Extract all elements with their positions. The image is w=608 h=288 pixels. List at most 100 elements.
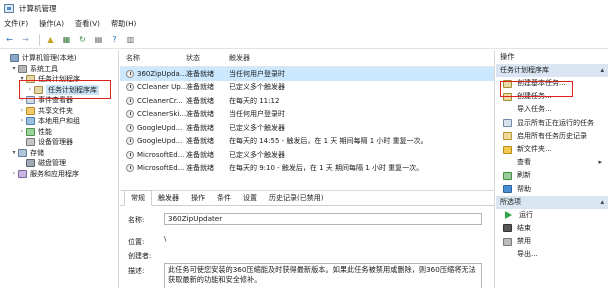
location-value: \ [164, 235, 167, 243]
computer-management-icon [4, 4, 14, 13]
help-icon[interactable]: ? [108, 33, 121, 46]
task-detail-pane: 常规 触发器 操作 条件 设置 历史记录(已禁用) 名称: 360ZipUpda… [120, 190, 495, 288]
tab-conditions[interactable]: 条件 [211, 191, 237, 205]
collapse-arrow-icon[interactable]: ▴ [600, 64, 604, 77]
action-item[interactable]: 禁用 [496, 235, 608, 248]
action-item[interactable]: 显示所有正在运行的任务 [496, 117, 608, 130]
expand-arrow-icon[interactable]: › [18, 106, 26, 117]
task-name-cell: MicrosoftEd... [120, 164, 186, 173]
disk-icon [26, 159, 35, 168]
actions-list-selected: 运行 结束 禁用 导出... [496, 209, 608, 262]
action-item[interactable]: 新文件夹... [496, 143, 608, 156]
tab-history[interactable]: 历史记录(已禁用) [263, 191, 329, 205]
name-field[interactable]: 360ZipUpdater [164, 213, 482, 225]
forward-icon[interactable]: → [19, 33, 32, 46]
action-item[interactable]: 导出... [496, 248, 608, 261]
tree-item-label: 系统工具 [30, 64, 58, 73]
tree-item[interactable]: 设备管理器 [0, 137, 118, 148]
disable-action-icon [503, 237, 512, 246]
task-status: 准备就绪 [186, 69, 214, 78]
action-item[interactable]: 查看 ▸ [496, 156, 608, 169]
back-icon[interactable]: ← [3, 33, 16, 46]
task-row[interactable]: MicrosoftEd... 准备就绪 在每天的 9:10 - 触发后，在 1 天 … [120, 162, 494, 176]
collapse-arrow-icon[interactable]: ▴ [600, 196, 604, 209]
task-row[interactable]: GoogleUpd... 准备就绪 已定义多个触发器 [120, 121, 494, 135]
actions-section-library[interactable]: 任务计划程序库 ▴ [496, 64, 608, 77]
task-status: 准备就绪 [186, 123, 214, 132]
column-header-name[interactable]: 名称 [120, 53, 186, 63]
perf-icon [26, 127, 35, 136]
hist-action-icon [503, 132, 512, 141]
none-action-icon [503, 251, 512, 259]
menu-action[interactable]: 操作(A) [39, 19, 64, 29]
svc-icon [18, 169, 27, 178]
tab-triggers[interactable]: 触发器 [152, 191, 185, 205]
name-label: 名称: [128, 216, 145, 224]
action-item[interactable]: 启用所有任务历史记录 [496, 130, 608, 143]
task-trigger: 已定义多个触发器 [229, 150, 285, 159]
column-header-status[interactable]: 状态 [186, 53, 229, 63]
tree-item[interactable]: › 性能 [0, 127, 118, 138]
action-item[interactable]: 运行 [496, 209, 608, 222]
highlight-box-actions [500, 81, 573, 97]
title-bar: 计算机管理 [0, 0, 608, 17]
action-label: 导入任务... [517, 105, 552, 114]
expand-arrow-icon[interactable]: ▾ [10, 148, 18, 159]
expand-arrow-icon[interactable]: › [18, 116, 26, 127]
refresh-icon[interactable]: ↻ [76, 33, 89, 46]
tree-item[interactable]: › 共享文件夹 [0, 106, 118, 117]
tree-item-label: 共享文件夹 [38, 106, 73, 115]
expand-arrow-icon[interactable]: › [18, 127, 26, 138]
action-label: 显示所有正在运行的任务 [517, 118, 594, 127]
task-row[interactable]: GoogleUpd... 准备就绪 在每天的 14:55 - 触发后，在 1 天 期… [120, 135, 494, 149]
tree-item[interactable]: › 本地用户和组 [0, 116, 118, 127]
tab-settings[interactable]: 设置 [237, 191, 263, 205]
action-item[interactable]: 刷新 [496, 169, 608, 182]
action-label: 刷新 [517, 171, 531, 180]
tab-general[interactable]: 常规 [124, 190, 152, 206]
expand-arrow-icon[interactable]: ▾ [10, 64, 18, 75]
expand-arrow-icon[interactable]: › [10, 169, 18, 180]
task-name-cell: CCleanerCr... [120, 96, 186, 105]
tree-item-label: 设备管理器 [38, 138, 73, 146]
task-row[interactable]: CCleanerSki... 准备就绪 当任何用户登录时 [120, 108, 494, 122]
tab-actions[interactable]: 操作 [185, 191, 211, 205]
share-icon [26, 106, 35, 115]
tree-item[interactable]: ▾ 存储 [0, 148, 118, 159]
description-field[interactable]: 此任务可使您安装的360压缩能及时获得最新版本。如果此任务被禁用或删除，则360… [164, 263, 482, 288]
tree-item[interactable]: ▾ 系统工具 [0, 64, 118, 75]
task-status: 准备就绪 [186, 110, 214, 119]
action-item[interactable]: 结束 [496, 222, 608, 235]
clock-icon [126, 83, 134, 92]
tree-item-label: 性能 [38, 127, 52, 136]
task-status: 准备就绪 [186, 150, 214, 159]
task-name: MicrosoftEd... [137, 150, 185, 159]
folder-action-icon [503, 145, 512, 154]
menu-file[interactable]: 文件(F) [4, 19, 28, 29]
task-name-cell: GoogleUpd... [120, 123, 186, 132]
menu-view[interactable]: 查看(V) [75, 19, 100, 29]
action-label: 查看 [517, 158, 531, 167]
column-header-trigger[interactable]: 触发器 [229, 53, 494, 63]
menu-help[interactable]: 帮助(H) [111, 19, 136, 29]
show-tree-icon[interactable]: ▦ [60, 33, 73, 46]
task-row[interactable]: CCleanerCr... 准备就绪 在每天的 11:12 [120, 94, 494, 108]
action-label: 启用所有任务历史记录 [517, 131, 587, 140]
task-name: CCleanerCr... [137, 96, 183, 105]
actions-section-selected[interactable]: 所选项 ▴ [496, 195, 608, 209]
tree-item[interactable]: › 服务和应用程序 [0, 169, 118, 180]
action-item[interactable]: 帮助 [496, 183, 608, 196]
action-item[interactable]: 导入任务... [496, 103, 608, 116]
user-icon [26, 117, 35, 126]
up-folder-icon[interactable]: ▲ [44, 33, 57, 46]
tree-item[interactable]: 磁盘管理 [0, 158, 118, 169]
task-row[interactable]: CCleaner Up... 准备就绪 已定义多个触发器 [120, 81, 494, 95]
toolbar: ← → ▲ ▦ ↻ ▤ ? ▥ [0, 31, 608, 49]
tree-item-label: 计算机管理(本地) [22, 54, 77, 62]
task-row[interactable]: MicrosoftEd... 准备就绪 已定义多个触发器 [120, 148, 494, 162]
view-icon[interactable]: ▥ [124, 33, 137, 46]
end-action-icon [503, 224, 512, 233]
properties-icon[interactable]: ▤ [92, 33, 105, 46]
task-row[interactable]: 360ZipUpda... 准备就绪 当任何用户登录时 [120, 67, 494, 81]
tree-item[interactable]: 计算机管理(本地) [0, 53, 118, 64]
